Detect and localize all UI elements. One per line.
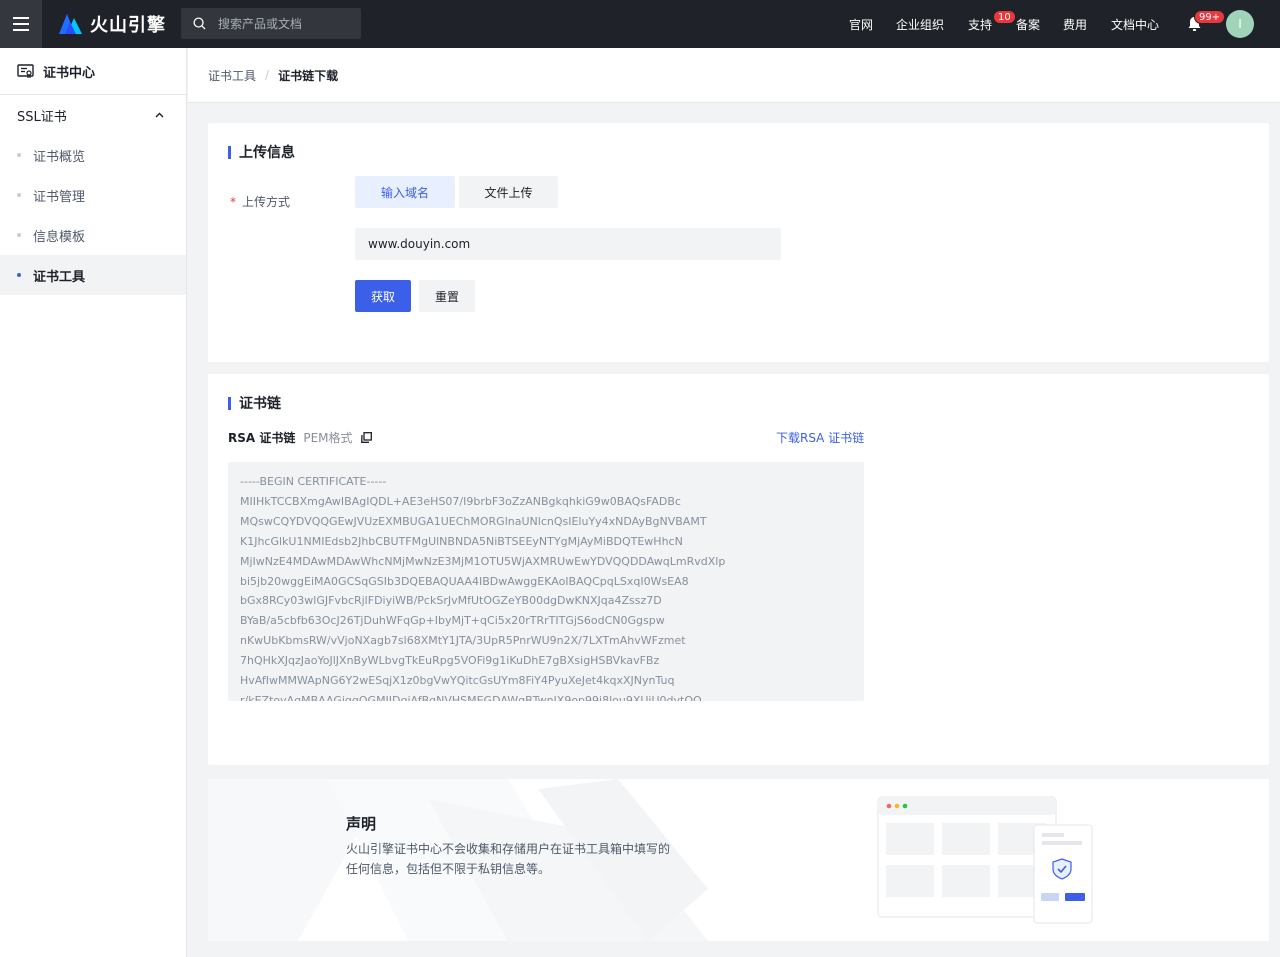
search-box[interactable] — [181, 8, 361, 39]
sidebar-item-tools[interactable]: 证书工具 — [0, 255, 186, 295]
reset-button[interactable]: 重置 — [419, 280, 475, 312]
notification-badge: 99+ — [1194, 10, 1225, 24]
required-mark: * — [230, 195, 236, 209]
sidebar-item-management[interactable]: 证书管理 — [0, 175, 186, 215]
hamburger-icon — [13, 17, 29, 31]
nav-enterprise[interactable]: 企业组织 — [896, 16, 944, 33]
sidebar: 证书中心 SSL证书 证书概览 证书管理 信息模板 证书工具 — [0, 48, 187, 957]
sidebar-group-label: SSL证书 — [17, 106, 67, 125]
dashboard-illustration — [876, 795, 1106, 930]
nav-filing[interactable]: 备案 — [1016, 16, 1040, 33]
sidebar-item-templates[interactable]: 信息模板 — [0, 215, 186, 255]
search-icon — [193, 17, 206, 30]
bullet-dot — [17, 153, 21, 157]
logo[interactable]: 火山引擎 — [58, 12, 166, 36]
nav-billing[interactable]: 费用 — [1063, 16, 1087, 33]
tab-file-upload[interactable]: 文件上传 — [459, 176, 558, 208]
tab-input-domain[interactable]: 输入域名 — [355, 176, 455, 208]
volcano-logo-icon — [58, 13, 84, 35]
rsa-chain-label: RSA 证书链 — [228, 429, 295, 446]
sidebar-title: 证书中心 — [43, 62, 95, 81]
chain-title: 证书链 — [228, 393, 281, 413]
download-rsa-chain-link[interactable]: 下载RSA 证书链 — [776, 429, 864, 446]
nav-official[interactable]: 官网 — [849, 16, 873, 33]
sidebar-item-label: 证书管理 — [33, 186, 85, 205]
upload-method-label: *上传方式 — [230, 193, 290, 210]
certificate-text-box[interactable]: -----BEGIN CERTIFICATE----- MIIHkTCCBXmg… — [228, 462, 864, 701]
declaration-banner: 声明 火山引擎证书中心不会收集和存储用户在证书工具箱中填写的任何信息，包括但不限… — [208, 779, 1269, 941]
fetch-button[interactable]: 获取 — [355, 280, 411, 312]
sidebar-item-overview[interactable]: 证书概览 — [0, 135, 186, 175]
sidebar-group-ssl[interactable]: SSL证书 — [0, 95, 186, 135]
certificate-icon — [17, 64, 34, 79]
certificate-text: -----BEGIN CERTIFICATE----- MIIHkTCCBXmg… — [240, 472, 864, 701]
copy-icon[interactable] — [361, 432, 372, 443]
bullet-dot — [17, 233, 21, 237]
logo-text: 火山引擎 — [90, 11, 166, 37]
top-bar: 火山引擎 官网 企业组织 支持 10 备案 费用 文档中心 99+ I — [0, 0, 1280, 48]
breadcrumb-parent[interactable]: 证书工具 — [208, 67, 256, 84]
support-badge: 10 — [993, 10, 1016, 24]
menu-button[interactable] — [0, 0, 42, 48]
sidebar-header: 证书中心 — [0, 48, 186, 95]
nav-support[interactable]: 支持 — [968, 16, 992, 33]
breadcrumb-separator: / — [265, 68, 269, 82]
chevron-up-icon — [155, 112, 164, 118]
nav-docs[interactable]: 文档中心 — [1111, 16, 1159, 33]
breadcrumb: 证书工具 / 证书链下载 — [188, 48, 1280, 103]
sidebar-item-label: 证书工具 — [33, 266, 85, 285]
declaration-title: 声明 — [346, 813, 376, 834]
bullet-dot — [17, 193, 21, 197]
search-input[interactable] — [218, 17, 358, 31]
pem-format-label: PEM格式 — [303, 429, 352, 446]
chain-card: 证书链 RSA 证书链 PEM格式 下载RSA 证书链 -----BEGIN C… — [208, 374, 1269, 765]
upload-title: 上传信息 — [228, 142, 295, 162]
declaration-text: 火山引擎证书中心不会收集和存储用户在证书工具箱中填写的任何信息，包括但不限于私钥… — [346, 839, 676, 879]
sidebar-item-label: 信息模板 — [33, 226, 85, 245]
avatar[interactable]: I — [1226, 10, 1254, 38]
upload-card: 上传信息 *上传方式 输入域名 文件上传 获取 重置 — [208, 123, 1269, 362]
breadcrumb-current: 证书链下载 — [278, 67, 338, 84]
rsa-row: RSA 证书链 PEM格式 — [228, 429, 372, 446]
bullet-dot — [17, 273, 21, 277]
sidebar-item-label: 证书概览 — [33, 146, 85, 165]
domain-input[interactable] — [355, 228, 781, 260]
